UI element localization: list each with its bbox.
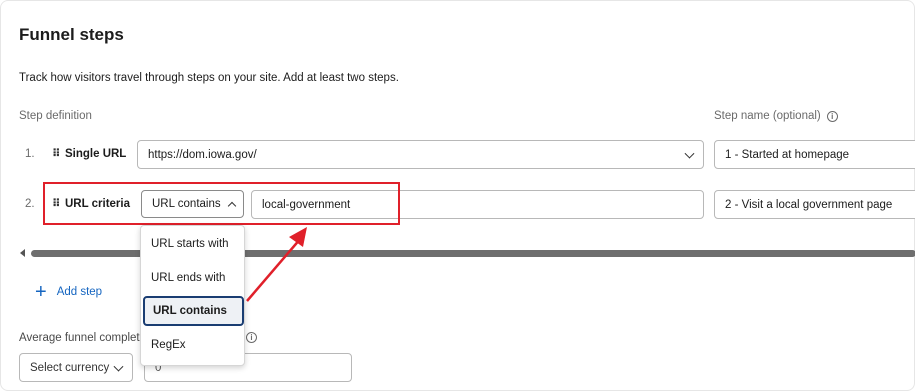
annotation-arrow-icon [246, 227, 307, 302]
funnel-steps-card: Funnel steps Track how visitors travel t… [0, 0, 915, 391]
